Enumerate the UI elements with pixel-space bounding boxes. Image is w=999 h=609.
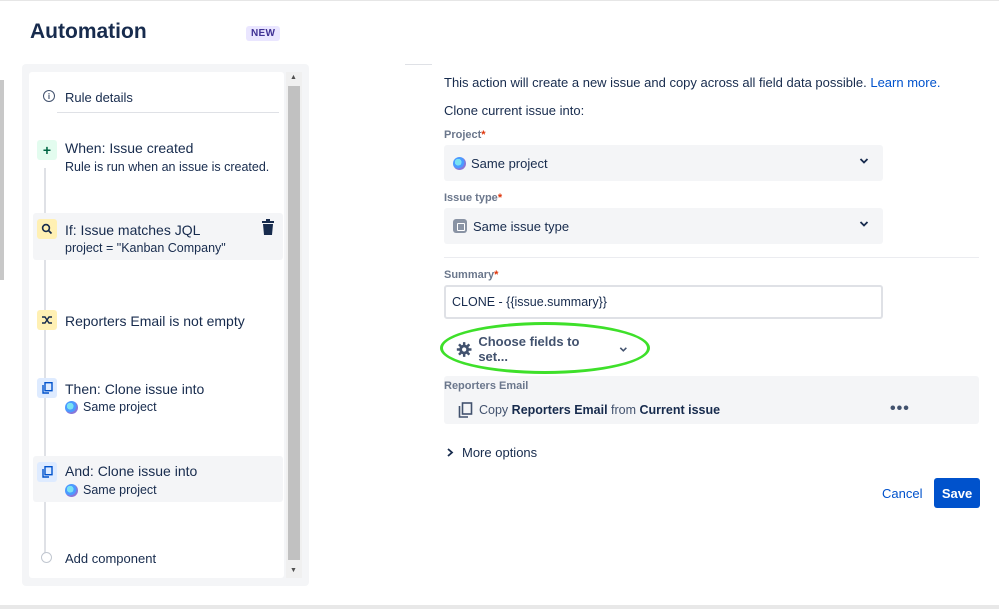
- clone-into-label: Clone current issue into:: [444, 103, 585, 118]
- trigger-component[interactable]: + When: Issue created Rule is run when a…: [33, 132, 283, 182]
- config-top-divider: [405, 64, 432, 65]
- clone-action-component[interactable]: Then: Clone issue into Same project: [33, 374, 283, 418]
- jql-condition-component[interactable]: If: Issue matches JQL project = "Kanban …: [33, 213, 283, 260]
- summary-label: Summary*: [444, 269, 499, 281]
- email-condition-title: Reporters Email is not empty: [65, 313, 245, 329]
- rule-component-list: i Rule details + When: Issue created Rul…: [29, 72, 284, 578]
- clone-action-subtitle: Same project: [65, 400, 157, 414]
- plus-icon: +: [37, 140, 57, 160]
- section-divider: [444, 257, 979, 258]
- rule-details-label: Rule details: [65, 90, 133, 105]
- learn-more-link[interactable]: Learn more.: [870, 75, 940, 90]
- choose-fields-label: Choose fields to set...: [478, 334, 580, 364]
- more-actions-icon[interactable]: •••: [890, 400, 910, 418]
- trigger-subtitle: Rule is run when an issue is created.: [65, 160, 270, 174]
- project-avatar-icon: [453, 156, 466, 170]
- jql-condition-title: If: Issue matches JQL: [65, 222, 201, 238]
- issue-type-select[interactable]: Same issue type: [444, 208, 883, 244]
- add-component-label: Add component: [65, 551, 157, 566]
- trigger-title: When: Issue created: [65, 140, 194, 156]
- action-description: This action will create a new issue and …: [444, 75, 941, 90]
- project-avatar-icon: [65, 400, 78, 414]
- jql-condition-subtitle: project = "Kanban Company": [65, 241, 226, 255]
- scrollbar-thumb[interactable]: [288, 86, 300, 560]
- scroll-down-arrow-icon[interactable]: ▼: [290, 567, 297, 574]
- copy-icon: [458, 402, 473, 418]
- branch-icon: [37, 310, 57, 330]
- rule-panel: i Rule details + When: Issue created Rul…: [22, 64, 309, 586]
- window-edge: [0, 80, 4, 280]
- clone-action-2-component[interactable]: And: Clone issue into Same project: [33, 456, 283, 502]
- more-options-label: More options: [462, 445, 538, 460]
- choose-fields-button[interactable]: Choose fields to set...: [450, 334, 628, 364]
- add-node-icon: [41, 552, 52, 563]
- issue-type-select-value: Same issue type: [473, 218, 570, 234]
- scroll-up-arrow-icon[interactable]: ▲: [290, 74, 297, 81]
- project-avatar-icon: [65, 483, 78, 497]
- email-condition-component[interactable]: Reporters Email is not empty: [33, 306, 283, 336]
- clone-action-2-subtitle: Same project: [65, 483, 157, 497]
- gear-icon: [456, 341, 472, 357]
- reporters-email-field-label: Reporters Email: [444, 380, 529, 392]
- rule-details-item[interactable]: i Rule details: [33, 82, 283, 110]
- page-header: Automation: [30, 20, 147, 44]
- window-bottom-edge: [0, 605, 999, 609]
- copy-icon: [37, 462, 57, 482]
- chevron-down-icon: [620, 346, 628, 352]
- search-icon: [37, 219, 57, 239]
- page-title: Automation: [30, 20, 147, 43]
- summary-input[interactable]: CLONE - {{issue.summary}}: [444, 285, 883, 319]
- save-button[interactable]: Save: [934, 478, 980, 508]
- trash-icon[interactable]: [261, 219, 275, 235]
- chevron-right-icon: [447, 448, 454, 457]
- more-options-toggle[interactable]: More options: [446, 445, 537, 460]
- clone-action-title: Then: Clone issue into: [65, 381, 205, 397]
- copy-icon: [37, 378, 57, 398]
- add-component-item[interactable]: Add component: [33, 546, 283, 570]
- project-select[interactable]: Same project: [444, 145, 883, 181]
- issue-type-label: Issue type*: [444, 192, 503, 204]
- chevron-down-icon: [859, 221, 869, 227]
- project-select-value: Same project: [471, 155, 548, 171]
- clone-action-2-title: And: Clone issue into: [65, 463, 198, 479]
- info-icon: i: [43, 90, 55, 102]
- issue-type-icon: [453, 219, 467, 233]
- cancel-button[interactable]: Cancel: [876, 478, 928, 508]
- new-badge: NEW: [246, 26, 281, 41]
- chevron-down-icon: [859, 158, 869, 164]
- rule-details-divider: [57, 112, 279, 113]
- copy-field-description: Copy Reporters Email from Current issue: [458, 402, 720, 418]
- project-label: Project*: [444, 129, 486, 141]
